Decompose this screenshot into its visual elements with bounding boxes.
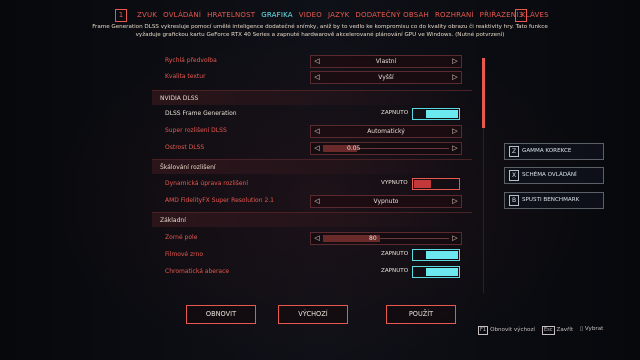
setting-row-chromaticka-aberace[interactable]: Chromatická aberace ZAPNUTO	[152, 264, 479, 280]
prev-tab-key[interactable]: 1	[115, 9, 127, 22]
fsr-selector[interactable]: ◁ Vypnuto ▷	[310, 195, 462, 208]
mouse-icon: ▯	[580, 326, 584, 332]
slider-value: 0.05	[347, 145, 361, 152]
setting-label: Kvalita textur	[165, 73, 206, 80]
selector-value: Vlastní	[375, 58, 397, 65]
hint-close[interactable]: Esc Zavřít	[542, 326, 573, 335]
section-title: Základní	[160, 217, 186, 224]
selector-value: Vyšší	[378, 74, 394, 81]
super-resolution-selector[interactable]: ◁ Automatický ▷	[310, 125, 462, 138]
tab-grafika[interactable]: GRAFIKA	[261, 9, 293, 21]
hint-select[interactable]: ▯ Vybrat	[580, 326, 603, 332]
arrow-left-icon[interactable]: ◁	[312, 233, 322, 244]
next-tab-key[interactable]: 3	[515, 9, 527, 22]
toggle-knob	[426, 268, 458, 276]
settings-panel: Rychlá předvolba ◁ Vlastní ▷ Kvalita tex…	[152, 53, 479, 296]
arrow-right-icon[interactable]: ▷	[450, 233, 460, 244]
arrow-left-icon[interactable]: ◁	[312, 56, 322, 67]
key-hint: F1	[478, 326, 489, 335]
setting-row-ostrost[interactable]: Ostrost DLSS ◁ 0.05 ▷	[152, 140, 479, 156]
top-tab-bar: 1 ZVUK OVLÁDÁNÍ HRATELNOST GRAFIKA VIDEO JAZY…	[115, 9, 549, 23]
scrollbar-thumb[interactable]	[482, 58, 485, 128]
apply-button[interactable]: POUŽÍT	[386, 305, 456, 324]
setting-row-dynamicke-rozliseni[interactable]: Dynamická úprava rozlišení VYPNUTO	[152, 176, 479, 192]
setting-label: Zorné pole	[165, 234, 198, 241]
toggle-state: ZAPNUTO	[381, 251, 409, 257]
setting-label: Ostrost DLSS	[165, 144, 205, 151]
arrow-left-icon[interactable]: ◁	[312, 126, 322, 137]
hint-label: Zavřít	[556, 327, 574, 333]
toggle-knob	[414, 180, 431, 188]
tab-jazyk[interactable]: JAZYK	[328, 9, 349, 21]
arrow-right-icon[interactable]: ▷	[450, 196, 460, 207]
setting-label: Rychlá předvolba	[165, 57, 217, 64]
toggle-knob	[426, 110, 458, 118]
gamma-correction-button[interactable]: Z GAMMA KOREKCE	[504, 143, 604, 160]
setting-label: Super rozlišení DLSS	[165, 127, 227, 134]
reset-button[interactable]: OBNOVIT	[186, 305, 256, 324]
toggle-state: VYPNUTO	[381, 180, 408, 186]
section-header-nvidia: NVIDIA DLSS	[152, 90, 472, 105]
toggle-state: ZAPNUTO	[381, 110, 409, 116]
button-label: SCHÉMA OVLÁDÁNÍ	[522, 172, 577, 178]
setting-label: Dynamická úprava rozlišení	[165, 180, 249, 187]
tab-rozhraní[interactable]: ROZHRANÍ	[435, 9, 474, 21]
benchmark-button[interactable]: B SPUSTI BENCHMARK	[504, 192, 604, 209]
arrow-right-icon[interactable]: ▷	[450, 126, 460, 137]
control-scheme-button[interactable]: X SCHÉMA OVLÁDÁNÍ	[504, 167, 604, 184]
arrow-right-icon[interactable]: ▷	[450, 72, 460, 83]
setting-row-filmove-zrno[interactable]: Filmové zrno ZAPNUTO	[152, 247, 479, 263]
hint-label: Obnovit výchozí	[490, 327, 535, 333]
selector-value: Vypnuto	[373, 198, 399, 205]
arrow-left-icon[interactable]: ◁	[312, 72, 322, 83]
texture-quality-selector[interactable]: ◁ Vyšší ▷	[310, 71, 462, 84]
slider-value: 80	[369, 235, 377, 242]
tab-list: ZVUK OVLÁDÁNÍ HRATELNOST GRAFIKA VIDEO JAZYK D…	[137, 9, 549, 21]
setting-label: Chromatická aberace	[165, 268, 230, 275]
tab-ovládání[interactable]: OVLÁDÁNÍ	[163, 9, 201, 21]
button-label: GAMMA KOREKCE	[522, 148, 572, 154]
key-hint: Esc	[542, 326, 555, 335]
preset-selector[interactable]: ◁ Vlastní ▷	[310, 55, 462, 68]
fov-slider[interactable]: ◁ 80 ▷	[310, 232, 462, 245]
setting-label: DLSS Frame Generation	[165, 110, 237, 117]
film-grain-toggle[interactable]	[412, 249, 460, 261]
setting-row-zorne-pole[interactable]: Zorné pole ◁ 80 ▷	[152, 230, 479, 246]
toggle-knob	[426, 251, 458, 259]
setting-row-dlss-frame-generation[interactable]: DLSS Frame Generation ZAPNUTO	[152, 106, 479, 122]
toggle-state: ZAPNUTO	[381, 268, 409, 274]
section-title: NVIDIA DLSS	[160, 95, 199, 102]
setting-row-rychla-predvolba[interactable]: Rychlá předvolba ◁ Vlastní ▷	[152, 53, 479, 69]
default-button[interactable]: VÝCHOZÍ	[278, 305, 348, 324]
tab-dodatečný-obsah[interactable]: DODATEČNÝ OBSAH	[355, 9, 429, 21]
setting-row-kvalita-textur[interactable]: Kvalita textur ◁ Vyšší ▷	[152, 69, 479, 85]
frame-generation-toggle[interactable]	[412, 108, 460, 120]
setting-label: Filmové zrno	[165, 251, 203, 258]
key-hint: X	[509, 170, 519, 181]
section-title: Škálování rozlišení	[160, 164, 216, 171]
hint-reset-default[interactable]: F1 Obnovit výchozí	[478, 326, 535, 335]
key-hint: Z	[509, 146, 519, 157]
arrow-left-icon[interactable]: ◁	[312, 143, 322, 154]
setting-row-fsr[interactable]: AMD FidelityFX Super Resolution 2.1 ◁ Vy…	[152, 193, 479, 209]
tab-video[interactable]: VIDEO	[299, 9, 322, 21]
arrow-left-icon[interactable]: ◁	[312, 196, 322, 207]
setting-description: Frame Generation DLSS vykresluje pomocí …	[92, 24, 548, 38]
arrow-right-icon[interactable]: ▷	[450, 143, 460, 154]
selector-value: Automatický	[367, 128, 405, 135]
setting-label: AMD FidelityFX Super Resolution 2.1	[165, 197, 274, 204]
section-header-skalovani: Škálování rozlišení	[152, 159, 472, 174]
button-label: SPUSTI BENCHMARK	[522, 197, 580, 203]
hint-label: Vybrat	[584, 326, 604, 332]
sharpness-slider[interactable]: ◁ 0.05 ▷	[310, 142, 462, 155]
section-header-zakladni: Základní	[152, 212, 472, 227]
arrow-right-icon[interactable]: ▷	[450, 56, 460, 67]
chromatic-aberration-toggle[interactable]	[412, 266, 460, 278]
tab-zvuk[interactable]: ZVUK	[137, 9, 157, 21]
setting-row-super-rozliseni[interactable]: Super rozlišení DLSS ◁ Automatický ▷	[152, 123, 479, 139]
dynamic-resolution-toggle[interactable]	[412, 178, 460, 190]
tab-hratelnost[interactable]: HRATELNOST	[207, 9, 255, 21]
key-hint: B	[509, 195, 519, 206]
